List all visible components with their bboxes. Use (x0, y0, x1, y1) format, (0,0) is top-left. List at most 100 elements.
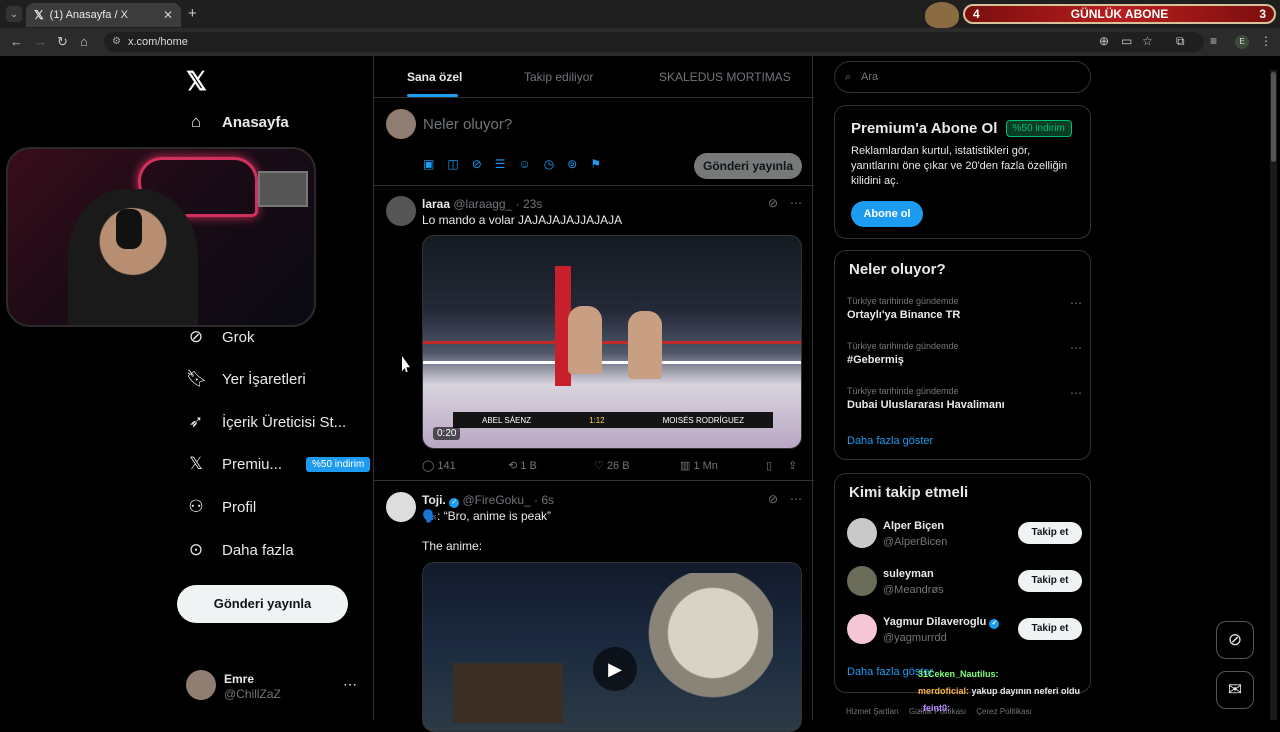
extensions-icon[interactable]: ⧉ (1176, 34, 1185, 49)
follow-name[interactable]: Yagmur Dilaveroglu ✓ (883, 616, 1000, 629)
tweet[interactable]: laraa @laraagg_ · 23s ⊘ ⋯ Lo mando a vol… (374, 186, 814, 481)
nav-premium[interactable]: 𝕏 Premiu... %50 indirim (186, 454, 371, 474)
schedule-icon[interactable]: ◷ (544, 157, 554, 171)
grok-icon[interactable]: ⊘ (768, 196, 778, 210)
more-dots-icon[interactable]: ⋯ (1070, 341, 1082, 355)
browser-tab[interactable]: 𝕏 (1) Anasayfa / X ✕ (26, 3, 181, 27)
subscribe-button[interactable]: Abone ol (851, 201, 923, 227)
avatar[interactable] (847, 566, 877, 596)
close-tab-icon[interactable]: ✕ (163, 8, 173, 22)
poll-icon[interactable]: ☰ (495, 157, 506, 171)
chat-message: yakup dayının neferi oldu (971, 686, 1081, 696)
tab-list-button[interactable]: ⌄ (6, 6, 22, 22)
trend-item[interactable]: Türkiye tarihinde gündemde Dubai Uluslar… (847, 386, 1082, 411)
video-timecode: 0:20 (433, 427, 461, 440)
trends-show-more[interactable]: Daha fazla göster (847, 435, 933, 447)
follow-suggestion[interactable]: suleyman @Meandrøs Takip et (847, 566, 1082, 600)
grok-icon[interactable]: ⊘ (472, 157, 482, 171)
nav-home[interactable]: ⌂ Anasayfa (186, 112, 289, 132)
trend-item[interactable]: Türkiye tarihinde gündemde #Gebermiş ⋯ (847, 341, 1082, 366)
follow-button[interactable]: Takip et (1018, 570, 1082, 592)
media-controls-icon[interactable]: ≡ (1210, 34, 1217, 48)
cast-icon[interactable]: ▭ (1121, 34, 1132, 48)
like-button[interactable]: ♡ 26 B (594, 459, 680, 472)
nav-grok[interactable]: ⊘ Grok (186, 327, 255, 347)
emoji-icon[interactable]: ☺ (519, 157, 531, 171)
ring-rope (423, 341, 801, 344)
more-dots-icon[interactable]: ⋯ (343, 676, 357, 693)
search-input[interactable]: ⌕ Ara (834, 61, 1091, 93)
score-right-name: MOISÉS RODRÍGUEZ (662, 415, 744, 425)
reload-icon[interactable]: ↻ (57, 34, 68, 50)
site-info-icon[interactable]: ⚙ (112, 32, 121, 52)
home-icon[interactable]: ⌂ (80, 34, 88, 49)
scrollbar[interactable] (1270, 70, 1277, 720)
avatar[interactable] (386, 492, 416, 522)
tweet-author-handle[interactable]: @laraagg_ (453, 197, 512, 211)
trend-item[interactable]: Türkiye tarihinde gündemde Ortaylı'ya Bi… (847, 296, 1082, 321)
browser-menu-icon[interactable]: ⋮ (1260, 34, 1272, 48)
messages-fab-icon[interactable]: ✉ (1216, 671, 1254, 709)
location-icon[interactable]: ⊚ (567, 157, 577, 171)
right-column: ⌕ Ara Premium'a Abone Ol %50 indirim Rek… (834, 56, 1092, 720)
follow-button[interactable]: Takip et (1018, 522, 1082, 544)
main-feed: Sana özel Takip ediliyor SKALEDUS MORTIM… (373, 56, 814, 732)
composer-post-button[interactable]: Gönderi yayınla (694, 153, 802, 179)
url-bar[interactable]: ⚙ x.com/home (104, 32, 1204, 52)
gif-icon[interactable]: ◫ (447, 157, 458, 171)
tweet-time[interactable]: 23s (523, 197, 542, 211)
tab-skaledus[interactable]: SKALEDUS MORTIMAS (659, 70, 791, 84)
nav-more[interactable]: ⊙ Daha fazla (186, 540, 294, 560)
flag-icon[interactable]: ⚑ (590, 157, 601, 171)
composer-input[interactable]: Neler oluyor? (423, 116, 512, 133)
tab-following[interactable]: Takip ediliyor (524, 70, 593, 84)
nav-profile[interactable]: ⚇ Profil (186, 497, 256, 517)
address-toolbar: ← → ↻ ⌂ ⚙ x.com/home ⊕ ▭ ☆ ⧉ ≡ ⋮ (0, 28, 1280, 56)
share-icon[interactable]: ⇪ (788, 459, 797, 472)
tweet-author-handle[interactable]: @FireGoku_ (462, 493, 530, 507)
tab-for-you[interactable]: Sana özel (407, 70, 462, 84)
follow-name[interactable]: Alper Biçen (883, 520, 944, 532)
grok-icon[interactable]: ⊘ (768, 492, 778, 506)
nav-creator-studio[interactable]: ➶ İçerik Üreticisi St... (186, 412, 346, 432)
follow-name[interactable]: suleyman (883, 568, 934, 580)
score-bar: ABEL SÁENZ 1:12 MOISÉS RODRÍGUEZ (453, 412, 773, 428)
tweet-author-name[interactable]: Toji. (422, 493, 446, 507)
tweet-time[interactable]: 6s (541, 493, 554, 507)
tweet-video[interactable]: ▶ (422, 562, 802, 732)
image-icon[interactable]: ▣ (423, 157, 434, 171)
more-dots-icon[interactable]: ⋯ (790, 492, 802, 506)
fighter-right (628, 311, 662, 379)
more-dots-icon[interactable]: ⋯ (790, 196, 802, 210)
forward-icon[interactable]: → (34, 34, 47, 49)
views-button[interactable]: ▥ 1 Mn (680, 459, 766, 472)
bookmark-icon[interactable]: ▯ (766, 459, 788, 472)
scrollbar-thumb[interactable] (1271, 72, 1276, 162)
avatar[interactable] (847, 518, 877, 548)
grok-fab-icon[interactable]: ⊘ (1216, 621, 1254, 659)
browser-profile-avatar[interactable]: E (1235, 35, 1249, 49)
follow-button[interactable]: Takip et (1018, 618, 1082, 640)
more-dots-icon[interactable]: ⋯ (1070, 386, 1082, 400)
tweet-author-name[interactable]: laraa (422, 197, 450, 211)
post-button[interactable]: Gönderi yayınla (177, 585, 348, 623)
tweet[interactable]: Toji. ✓ @FireGoku_ · 6s ⊘ ⋯ 🗣️: “Bro, an… (374, 482, 814, 732)
back-icon[interactable]: ← (10, 34, 23, 49)
avatar[interactable] (847, 614, 877, 644)
account-switcher[interactable]: Emre @ChillZaZ ⋯ (186, 670, 361, 702)
play-icon[interactable]: ▶ (593, 647, 637, 691)
x-logo-icon[interactable]: 𝕏 (186, 66, 207, 97)
more-dots-icon[interactable]: ⋯ (1070, 296, 1082, 310)
tweet-video[interactable]: ABEL SÁENZ 1:12 MOISÉS RODRÍGUEZ 0:20 (422, 235, 802, 449)
new-tab-button[interactable]: + (188, 5, 197, 22)
nav-premium-label: Premiu... (222, 455, 283, 473)
follow-suggestion[interactable]: Yagmur Dilaveroglu ✓ @yagmurrdd Takip et (847, 614, 1082, 648)
avatar[interactable] (386, 196, 416, 226)
zoom-icon[interactable]: ⊕ (1099, 34, 1109, 48)
repost-button[interactable]: ⟲ 1 B (508, 459, 594, 472)
bookmark-star-icon[interactable]: ☆ (1142, 34, 1153, 48)
follow-suggestion[interactable]: Alper Biçen @AlperBicen Takip et (847, 518, 1082, 552)
nav-bookmarks[interactable]: 🔖︎ Yer İşaretleri (186, 369, 306, 389)
footer-terms-link[interactable]: Hizmet Şartları (846, 707, 899, 716)
reply-button[interactable]: ◯ 141 (422, 459, 508, 472)
